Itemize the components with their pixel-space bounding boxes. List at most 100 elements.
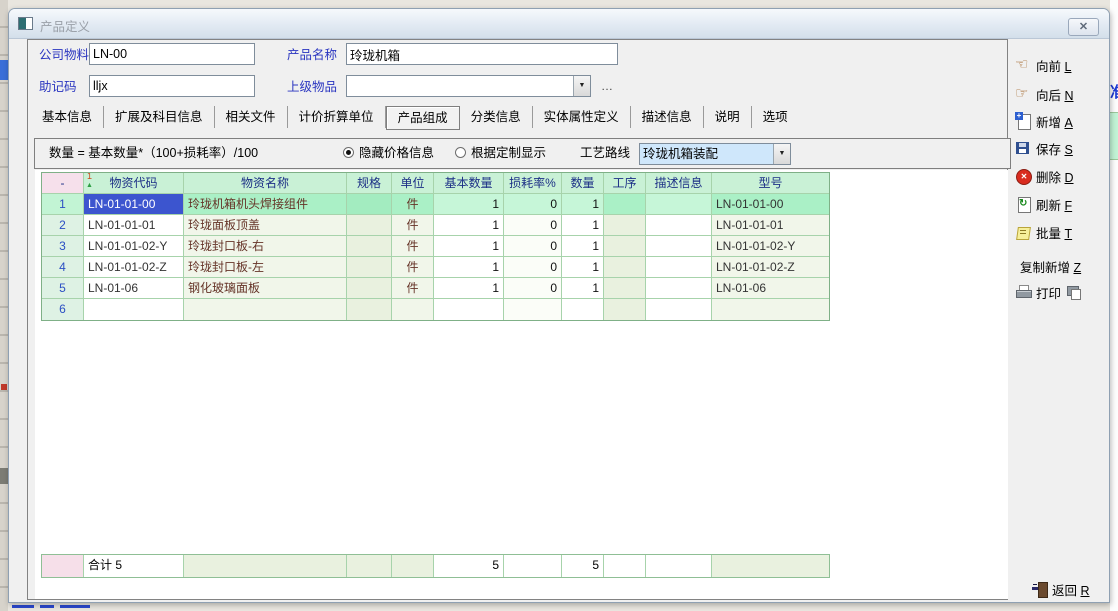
column-header-0[interactable]: - bbox=[42, 173, 84, 194]
column-header-2[interactable]: 物资名称 bbox=[184, 173, 347, 194]
parent-item-combo[interactable]: ▼ bbox=[346, 75, 591, 97]
toolbar-button-10[interactable]: 返回 R bbox=[1031, 579, 1118, 599]
cell-desc[interactable] bbox=[646, 257, 712, 278]
column-header-1[interactable]: 1▲物资代码 bbox=[84, 173, 184, 194]
title-bar[interactable]: 产品定义 ✕ bbox=[9, 9, 1109, 39]
cell-name[interactable]: 钢化玻璃面板 bbox=[184, 278, 347, 299]
cell-code[interactable]: LN-01-01-00 bbox=[84, 194, 184, 215]
toolbar-button-1[interactable]: 向前 L bbox=[1015, 55, 1111, 75]
cell-spec[interactable] bbox=[347, 194, 392, 215]
toolbar-button-3[interactable]: 新增 A bbox=[1015, 111, 1111, 131]
tab-8[interactable]: 描述信息 bbox=[631, 106, 704, 128]
tab-10[interactable]: 选项 bbox=[752, 106, 799, 128]
radio-icon[interactable] bbox=[343, 147, 354, 158]
column-header-4[interactable]: 单位 bbox=[392, 173, 434, 194]
cell-num[interactable]: 3 bbox=[42, 236, 84, 257]
cell-base_qty[interactable]: 1 bbox=[434, 257, 504, 278]
cell-unit[interactable]: 件 bbox=[392, 194, 434, 215]
tab-2[interactable]: 扩展及科目信息 bbox=[104, 106, 215, 128]
cell-desc[interactable] bbox=[646, 299, 712, 320]
cell-desc[interactable] bbox=[646, 278, 712, 299]
close-button[interactable]: ✕ bbox=[1068, 18, 1099, 36]
cell-model[interactable]: LN-01-01-01 bbox=[712, 215, 829, 236]
column-header-6[interactable]: 损耗率% bbox=[504, 173, 562, 194]
route-combo[interactable]: 玲珑机箱装配 ▼ bbox=[639, 143, 791, 165]
cell-base_qty[interactable]: 1 bbox=[434, 194, 504, 215]
material-no-input[interactable] bbox=[89, 43, 255, 65]
cell-qty[interactable]: 1 bbox=[562, 194, 604, 215]
product-name-input[interactable] bbox=[346, 43, 618, 65]
cell-base_qty[interactable]: 1 bbox=[434, 278, 504, 299]
cell-code[interactable]: LN-01-01-02-Z bbox=[84, 257, 184, 278]
cell-name[interactable]: 玲珑封口板-左 bbox=[184, 257, 347, 278]
cell-name[interactable]: 玲珑机箱机头焊接组件 bbox=[184, 194, 347, 215]
toolbar-button-8[interactable]: 复制新增 Z bbox=[1015, 256, 1111, 276]
cell-code[interactable]: LN-01-06 bbox=[84, 278, 184, 299]
tab-6[interactable]: 分类信息 bbox=[460, 106, 533, 128]
cell-num[interactable]: 1 bbox=[42, 194, 84, 215]
cell-desc[interactable] bbox=[646, 236, 712, 257]
toolbar-button-6[interactable]: 刷新 F bbox=[1015, 194, 1111, 214]
toolbar-button-9[interactable]: 打印 bbox=[1015, 282, 1111, 302]
chevron-down-icon[interactable]: ▼ bbox=[773, 144, 790, 164]
cell-model[interactable]: LN-01-01-02-Y bbox=[712, 236, 829, 257]
tab-9[interactable]: 说明 bbox=[704, 106, 752, 128]
mnemonic-input[interactable] bbox=[89, 75, 255, 97]
cell-process[interactable] bbox=[604, 194, 646, 215]
cell-spec[interactable] bbox=[347, 299, 392, 320]
cell-name[interactable] bbox=[184, 299, 347, 320]
cell-spec[interactable] bbox=[347, 215, 392, 236]
cell-num[interactable]: 5 bbox=[42, 278, 84, 299]
cell-code[interactable]: LN-01-01-02-Y bbox=[84, 236, 184, 257]
cell-process[interactable] bbox=[604, 236, 646, 257]
radio-hide-price[interactable]: 隐藏价格信息 bbox=[343, 139, 434, 168]
radio-custom-display[interactable]: 根据定制显示 bbox=[455, 139, 546, 168]
cell-process[interactable] bbox=[604, 299, 646, 320]
cell-desc[interactable] bbox=[646, 194, 712, 215]
cell-code[interactable]: LN-01-01-01 bbox=[84, 215, 184, 236]
column-header-9[interactable]: 描述信息 bbox=[646, 173, 712, 194]
cell-loss_rate[interactable]: 0 bbox=[504, 257, 562, 278]
tab-7[interactable]: 实体属性定义 bbox=[533, 106, 631, 128]
column-header-10[interactable]: 型号 bbox=[712, 173, 829, 194]
cell-model[interactable]: LN-01-01-02-Z bbox=[712, 257, 829, 278]
cell-loss_rate[interactable]: 0 bbox=[504, 194, 562, 215]
cell-unit[interactable]: 件 bbox=[392, 236, 434, 257]
cell-qty[interactable]: 1 bbox=[562, 278, 604, 299]
tab-4[interactable]: 计价折算单位 bbox=[288, 106, 386, 128]
cell-unit[interactable]: 件 bbox=[392, 278, 434, 299]
cell-base_qty[interactable]: 1 bbox=[434, 236, 504, 257]
tab-5[interactable]: 产品组成 bbox=[386, 106, 460, 130]
cell-spec[interactable] bbox=[347, 278, 392, 299]
cell-base_qty[interactable]: 1 bbox=[434, 215, 504, 236]
cell-loss_rate[interactable]: 0 bbox=[504, 236, 562, 257]
cell-unit[interactable] bbox=[392, 299, 434, 320]
cell-num[interactable]: 4 bbox=[42, 257, 84, 278]
toolbar-button-2[interactable]: 向后 N bbox=[1015, 84, 1111, 104]
radio-icon[interactable] bbox=[455, 147, 466, 158]
cell-spec[interactable] bbox=[347, 236, 392, 257]
cell-model[interactable]: LN-01-01-00 bbox=[712, 194, 829, 215]
cell-model[interactable]: LN-01-06 bbox=[712, 278, 829, 299]
cell-unit[interactable]: 件 bbox=[392, 257, 434, 278]
tab-3[interactable]: 相关文件 bbox=[215, 106, 288, 128]
column-header-5[interactable]: 基本数量 bbox=[434, 173, 504, 194]
cell-num[interactable]: 6 bbox=[42, 299, 84, 320]
column-header-8[interactable]: 工序 bbox=[604, 173, 646, 194]
cell-code[interactable] bbox=[84, 299, 184, 320]
cell-name[interactable]: 玲珑面板顶盖 bbox=[184, 215, 347, 236]
chevron-down-icon[interactable]: ▼ bbox=[573, 76, 590, 96]
cell-process[interactable] bbox=[604, 257, 646, 278]
cell-num[interactable]: 2 bbox=[42, 215, 84, 236]
toolbar-button-5[interactable]: 删除 D bbox=[1015, 166, 1111, 186]
cell-desc[interactable] bbox=[646, 215, 712, 236]
cell-process[interactable] bbox=[604, 278, 646, 299]
cell-name[interactable]: 玲珑封口板-右 bbox=[184, 236, 347, 257]
cell-model[interactable] bbox=[712, 299, 829, 320]
toolbar-button-4[interactable]: 保存 S bbox=[1015, 138, 1111, 158]
cell-loss_rate[interactable]: 0 bbox=[504, 278, 562, 299]
cell-unit[interactable]: 件 bbox=[392, 215, 434, 236]
column-header-7[interactable]: 数量 bbox=[562, 173, 604, 194]
column-header-3[interactable]: 规格 bbox=[347, 173, 392, 194]
cell-qty[interactable] bbox=[562, 299, 604, 320]
